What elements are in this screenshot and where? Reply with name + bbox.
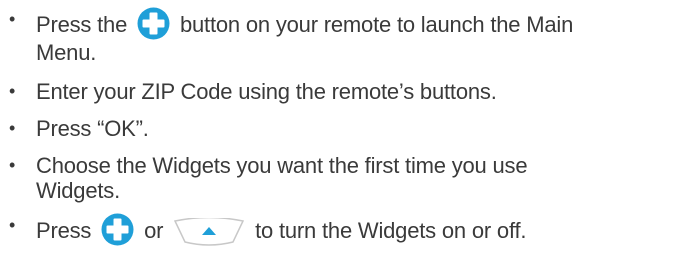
bullet: •: [9, 81, 16, 101]
bullet: •: [9, 118, 16, 138]
item-text: Press the: [36, 12, 128, 37]
bullet: •: [9, 155, 16, 175]
item-text-line2: Widgets.: [36, 178, 120, 203]
bullet: •: [9, 215, 16, 235]
up-arrow-button-icon: [174, 218, 245, 246]
item-text: Press: [36, 218, 92, 243]
item-text: Choose the Widgets you want the first ti…: [36, 153, 528, 178]
list-item: • Press the button on your remote to lau…: [0, 7, 677, 65]
list-item: • Choose the Widgets you want the first …: [0, 153, 677, 203]
plus-button-icon: [137, 7, 170, 40]
item-text: button on your remote to launch the Main: [179, 12, 574, 37]
instruction-list: • Press the button on your remote to lau…: [0, 0, 677, 246]
item-text-line2: Menu.: [36, 40, 97, 65]
bullet: •: [9, 9, 16, 29]
list-item: • Enter your ZIP Code using the remote’s…: [0, 79, 677, 104]
list-item: • Press or to turn the Widgets on or off…: [0, 213, 677, 246]
item-text: to turn the Widgets on or off.: [255, 218, 527, 243]
item-text: or: [144, 218, 164, 243]
item-text: Press “OK”.: [36, 116, 149, 141]
list-item: • Press “OK”.: [0, 116, 677, 141]
item-text: Enter your ZIP Code using the remote’s b…: [36, 79, 497, 104]
plus-button-icon: [101, 213, 134, 246]
